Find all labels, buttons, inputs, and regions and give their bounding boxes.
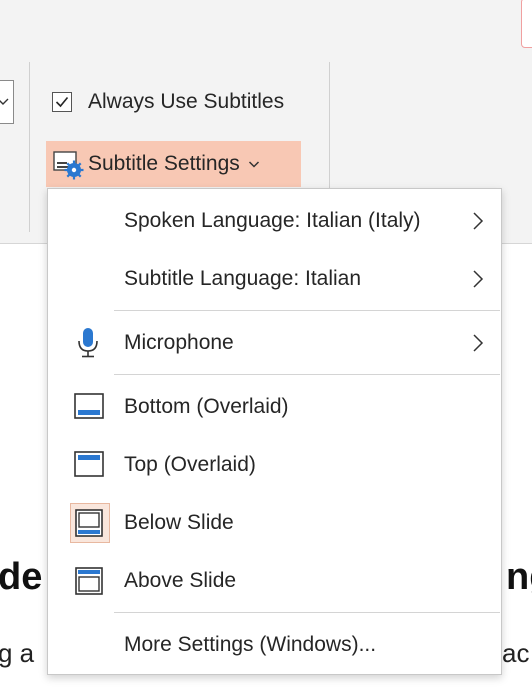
subtitle-settings-label: Subtitle Settings: [88, 152, 240, 175]
menu-item-top-overlaid[interactable]: Top (Overlaid): [48, 439, 501, 491]
subtitle-language-label: Subtitle Language: Italian: [124, 267, 362, 290]
chevron-right-icon: [472, 211, 484, 236]
chevron-down-icon: [248, 157, 260, 172]
spoken-language-label: Spoken Language: Italian (Italy): [124, 209, 421, 232]
bottom-overlaid-icon: [72, 391, 106, 423]
menu-item-spoken-language[interactable]: Spoken Language: Italian (Italy): [48, 195, 501, 247]
more-settings-label: More Settings (Windows)...: [124, 633, 377, 656]
below-slide-label: Below Slide: [124, 511, 234, 534]
chevron-down-icon: [0, 93, 9, 109]
above-slide-icon: [72, 565, 106, 597]
chevron-right-icon: [472, 333, 484, 358]
document-heading-left: de: [0, 556, 43, 598]
subtitle-settings-button[interactable]: Subtitle Settings: [46, 141, 301, 187]
menu-item-above-slide[interactable]: Above Slide: [48, 555, 501, 607]
menu-item-bottom-overlaid[interactable]: Bottom (Overlaid): [48, 381, 501, 433]
checkmark-icon: [55, 96, 69, 108]
always-use-subtitles-toggle[interactable]: Always Use Subtitles: [52, 86, 284, 118]
chevron-right-icon: [472, 269, 484, 294]
above-slide-label: Above Slide: [124, 569, 237, 592]
ribbon-group-separator: [29, 62, 30, 232]
top-overlaid-label: Top (Overlaid): [124, 453, 256, 476]
microphone-icon: [72, 327, 106, 359]
menu-item-microphone[interactable]: Microphone: [48, 317, 501, 369]
menu-item-more-settings[interactable]: More Settings (Windows)...: [48, 619, 501, 671]
menu-separator: [114, 310, 500, 311]
top-overlaid-icon: [72, 449, 106, 481]
subtitle-settings-menu: Spoken Language: Italian (Italy) Subtitl…: [47, 188, 502, 675]
checkbox[interactable]: [52, 92, 72, 112]
bottom-overlaid-label: Bottom (Overlaid): [124, 395, 289, 418]
menu-separator: [114, 374, 500, 375]
menu-separator: [114, 612, 500, 613]
document-text-right: ac: [502, 638, 530, 668]
menu-item-below-slide[interactable]: Below Slide: [48, 497, 501, 549]
always-use-subtitles-label: Always Use Subtitles: [88, 90, 285, 113]
subtitle-settings-icon: [52, 148, 84, 180]
below-slide-icon: [72, 507, 106, 539]
ribbon-dropdown[interactable]: [0, 80, 14, 124]
ribbon-top-right-button[interactable]: [521, 0, 532, 48]
document-text-left: g a: [0, 638, 35, 668]
microphone-label: Microphone: [124, 331, 234, 354]
document-heading-right: ng: [506, 556, 532, 598]
menu-item-subtitle-language[interactable]: Subtitle Language: Italian: [48, 253, 501, 305]
